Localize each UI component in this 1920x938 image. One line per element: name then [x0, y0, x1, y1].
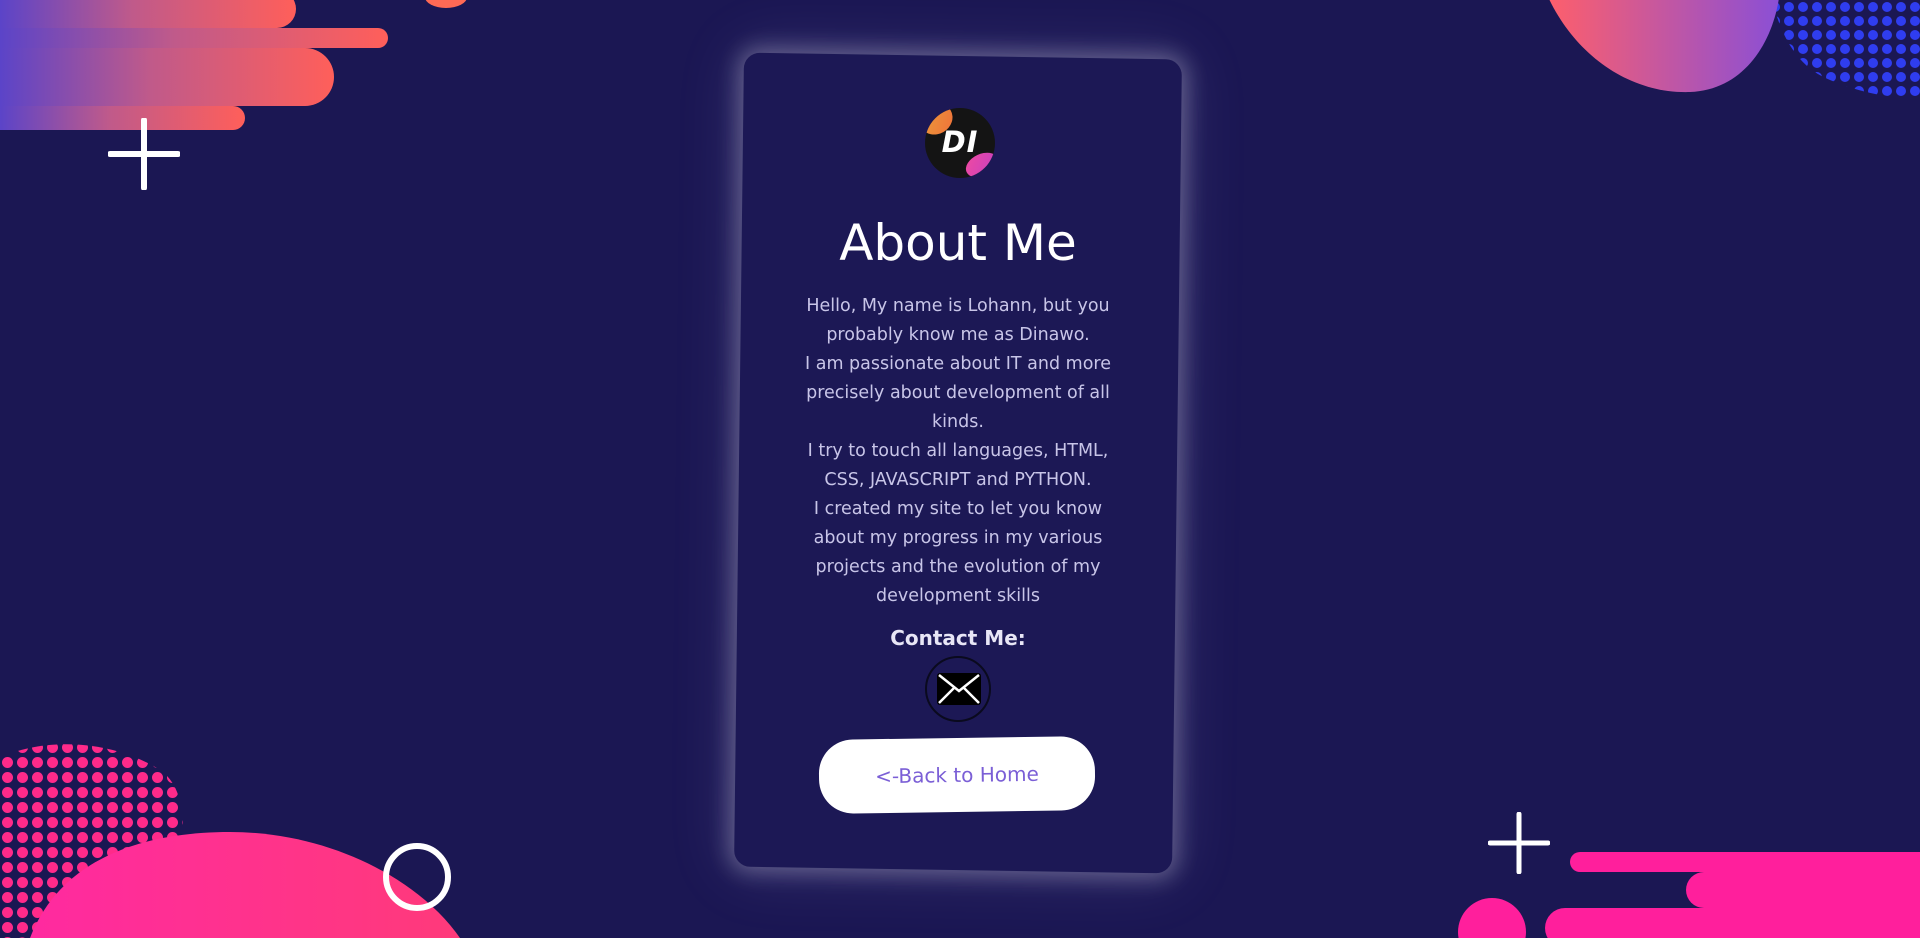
top-right-blob-decoration — [1549, 0, 1920, 98]
circle-outline-icon — [383, 843, 451, 911]
page-title: About Me — [839, 214, 1077, 272]
about-card-content: DI About Me Hello, My name is Lohann, bu… — [739, 56, 1177, 870]
back-to-home-button[interactable]: <-Back to Home — [818, 736, 1096, 814]
bio-paragraph: Hello, My name is Lohann, but you probab… — [806, 296, 1110, 345]
logo-text: DI — [941, 125, 979, 159]
page: DI About Me Hello, My name is Lohann, bu… — [0, 0, 1920, 938]
logo: DI — [925, 108, 995, 178]
bio-text: Hello, My name is Lohann, but you probab… — [794, 292, 1122, 611]
contact-label: Contact Me: — [890, 626, 1026, 650]
plus-icon — [108, 118, 180, 190]
bio-paragraph: I try to touch all languages, HTML, CSS,… — [807, 441, 1109, 490]
plus-icon — [1488, 812, 1550, 874]
email-contact-button[interactable] — [925, 656, 991, 722]
bio-paragraph: I am passionate about IT and more precis… — [805, 354, 1111, 432]
bio-paragraph: I created my site to let you know about … — [813, 499, 1103, 606]
envelope-icon — [937, 673, 981, 705]
